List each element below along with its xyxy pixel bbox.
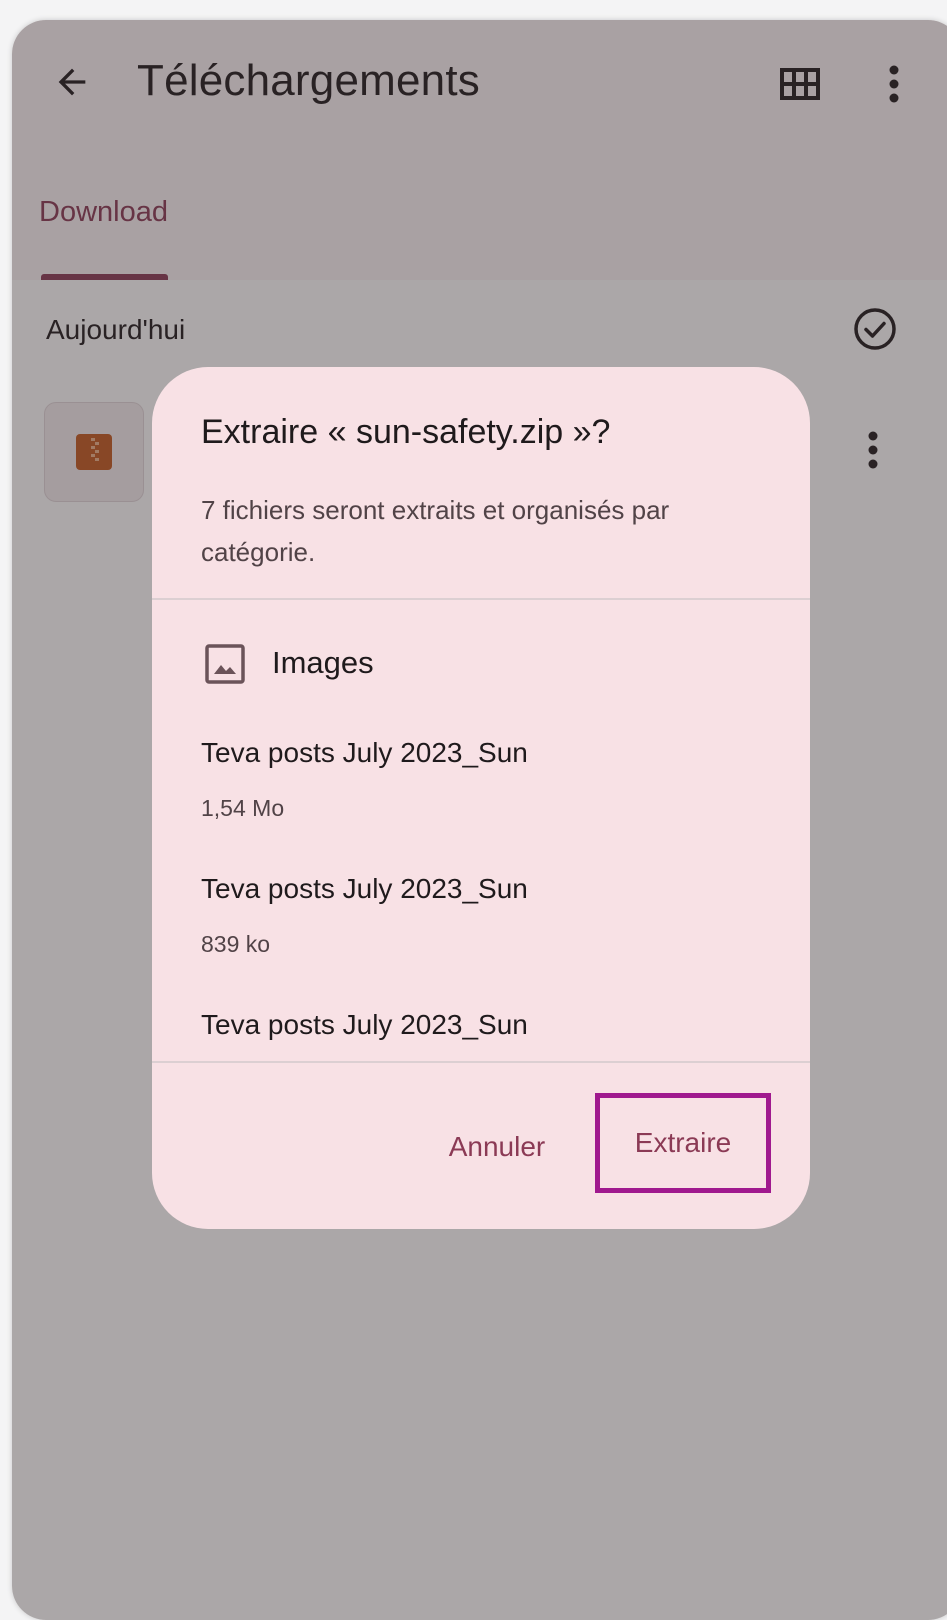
cancel-button[interactable]: Annuler [432,1112,562,1182]
image-icon [205,644,245,684]
extract-dialog: Extraire « sun-safety.zip »? 7 fichiers … [152,367,810,1229]
category-label: Images [272,645,374,680]
file-name: Teva posts July 2023_Sun [201,1009,528,1040]
divider [152,1061,810,1063]
dialog-title: Extraire « sun-safety.zip »? [201,413,611,451]
file-size: 839 ko [201,931,271,957]
file-size: 1,54 Mo [201,795,285,821]
divider [152,598,810,600]
phone-screen: Téléchargements Download Aujourd'hui Ext… [12,20,947,1620]
file-name: Teva posts July 2023_Sun [201,873,528,904]
extract-button[interactable]: Extraire [595,1093,771,1193]
file-name: Teva posts July 2023_Sun [201,737,528,768]
dialog-description: 7 fichiers seront extraits et organisés … [201,495,670,567]
